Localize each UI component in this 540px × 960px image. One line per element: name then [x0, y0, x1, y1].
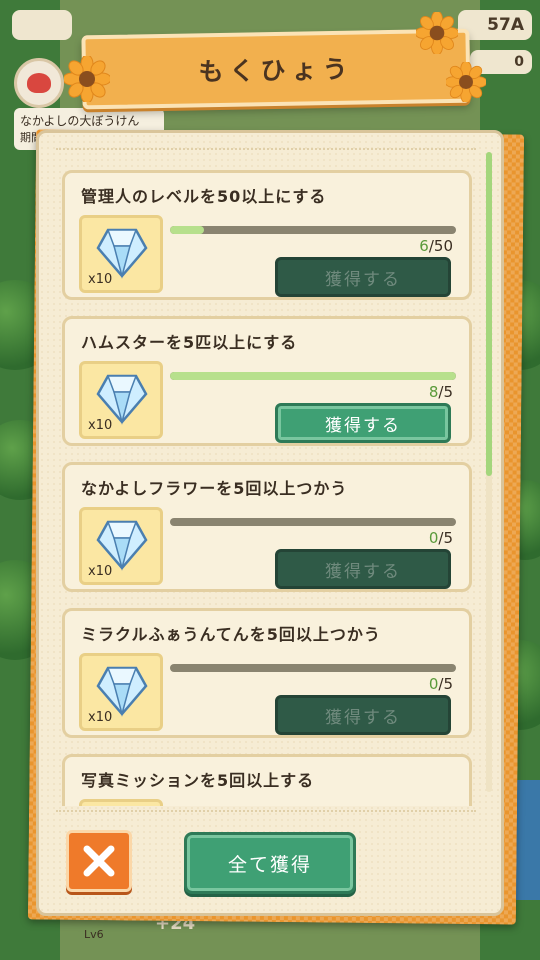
progress-fill — [170, 226, 205, 234]
mission-title: ミラクルふぁうんてんを5回以上つかう — [81, 625, 381, 644]
scrollbar[interactable] — [486, 152, 492, 792]
progress-fill — [170, 372, 456, 380]
close-button[interactable] — [66, 830, 132, 892]
close-icon — [83, 845, 115, 877]
sunflower-icon — [64, 56, 110, 102]
title-banner: もくひょう — [81, 28, 471, 110]
bottom-divider — [56, 810, 476, 812]
progress-total: 50 — [433, 237, 453, 255]
mission-title: ハムスターを5匹以上にする — [81, 333, 298, 352]
reward-quantity: x10 — [88, 418, 113, 433]
counter-value: 0 — [514, 54, 524, 70]
progress-count: 6/50 — [419, 237, 453, 255]
claim-button[interactable]: 獲得する — [275, 695, 451, 735]
mission-card: ハムスターを5匹以上にする x10 8/5 獲得する — [62, 316, 472, 446]
claim-button[interactable]: 獲得する — [275, 257, 451, 297]
progress-current: 8 — [428, 383, 439, 401]
progress-count: 0/5 — [428, 675, 453, 693]
panel-top-divider — [56, 148, 476, 162]
progress-total: 5 — [443, 383, 453, 401]
reward-box: x10 — [79, 361, 163, 439]
sunflower-icon — [446, 62, 486, 102]
mission-card: なかよしフラワーを5回以上つかう x10 0/5 獲得する — [62, 462, 472, 592]
claim-button[interactable]: 獲得する — [275, 403, 451, 443]
progress-bar — [170, 664, 456, 672]
progress-current: 0 — [428, 675, 439, 693]
progress-bar — [170, 226, 456, 234]
progress-current: 6 — [419, 237, 429, 255]
progress-total: 5 — [443, 529, 453, 547]
quest-title: なかよしの大ぼうけん — [20, 114, 140, 128]
progress-bar — [170, 372, 456, 380]
progress-bar — [170, 518, 456, 526]
reward-box: x10 — [79, 215, 163, 293]
mission-card: 写真ミッションを5回以上する — [62, 754, 472, 806]
claim-button[interactable]: 獲得する — [275, 549, 451, 589]
level-label: Lv6 — [84, 928, 104, 941]
mission-card: 管理人のレベルを50以上にする x10 6/50 獲得する — [62, 170, 472, 300]
reward-box: x10 — [79, 507, 163, 585]
progress-total: 5 — [443, 675, 453, 693]
sunflower-icon — [416, 12, 458, 54]
currency-value: 57A — [487, 15, 524, 35]
cat-chip — [12, 10, 72, 40]
mission-title: 写真ミッションを5回以上する — [81, 771, 315, 790]
reward-box: x10 — [79, 653, 163, 731]
dialog-title: もくひょう — [198, 54, 354, 87]
mission-card: ミラクルふぁうんてんを5回以上つかう x10 0/5 獲得する — [62, 608, 472, 738]
reward-quantity: x10 — [88, 272, 113, 287]
scrollbar-thumb[interactable] — [486, 152, 492, 476]
claim-all-button[interactable]: 全て獲得 — [184, 832, 356, 894]
progress-count: 0/5 — [428, 529, 453, 547]
reward-quantity: x10 — [88, 564, 113, 579]
reward-quantity: x10 — [88, 710, 113, 725]
mission-title: なかよしフラワーを5回以上つかう — [81, 479, 348, 498]
progress-count: 8/5 — [428, 383, 453, 401]
progress-current: 0 — [428, 529, 439, 547]
heart-icon[interactable] — [14, 58, 64, 108]
reward-box — [79, 799, 163, 806]
mission-title: 管理人のレベルを50以上にする — [81, 187, 327, 206]
mission-list[interactable]: 管理人のレベルを50以上にする x10 6/50 獲得する ハムスターを5匹以上… — [62, 166, 474, 806]
